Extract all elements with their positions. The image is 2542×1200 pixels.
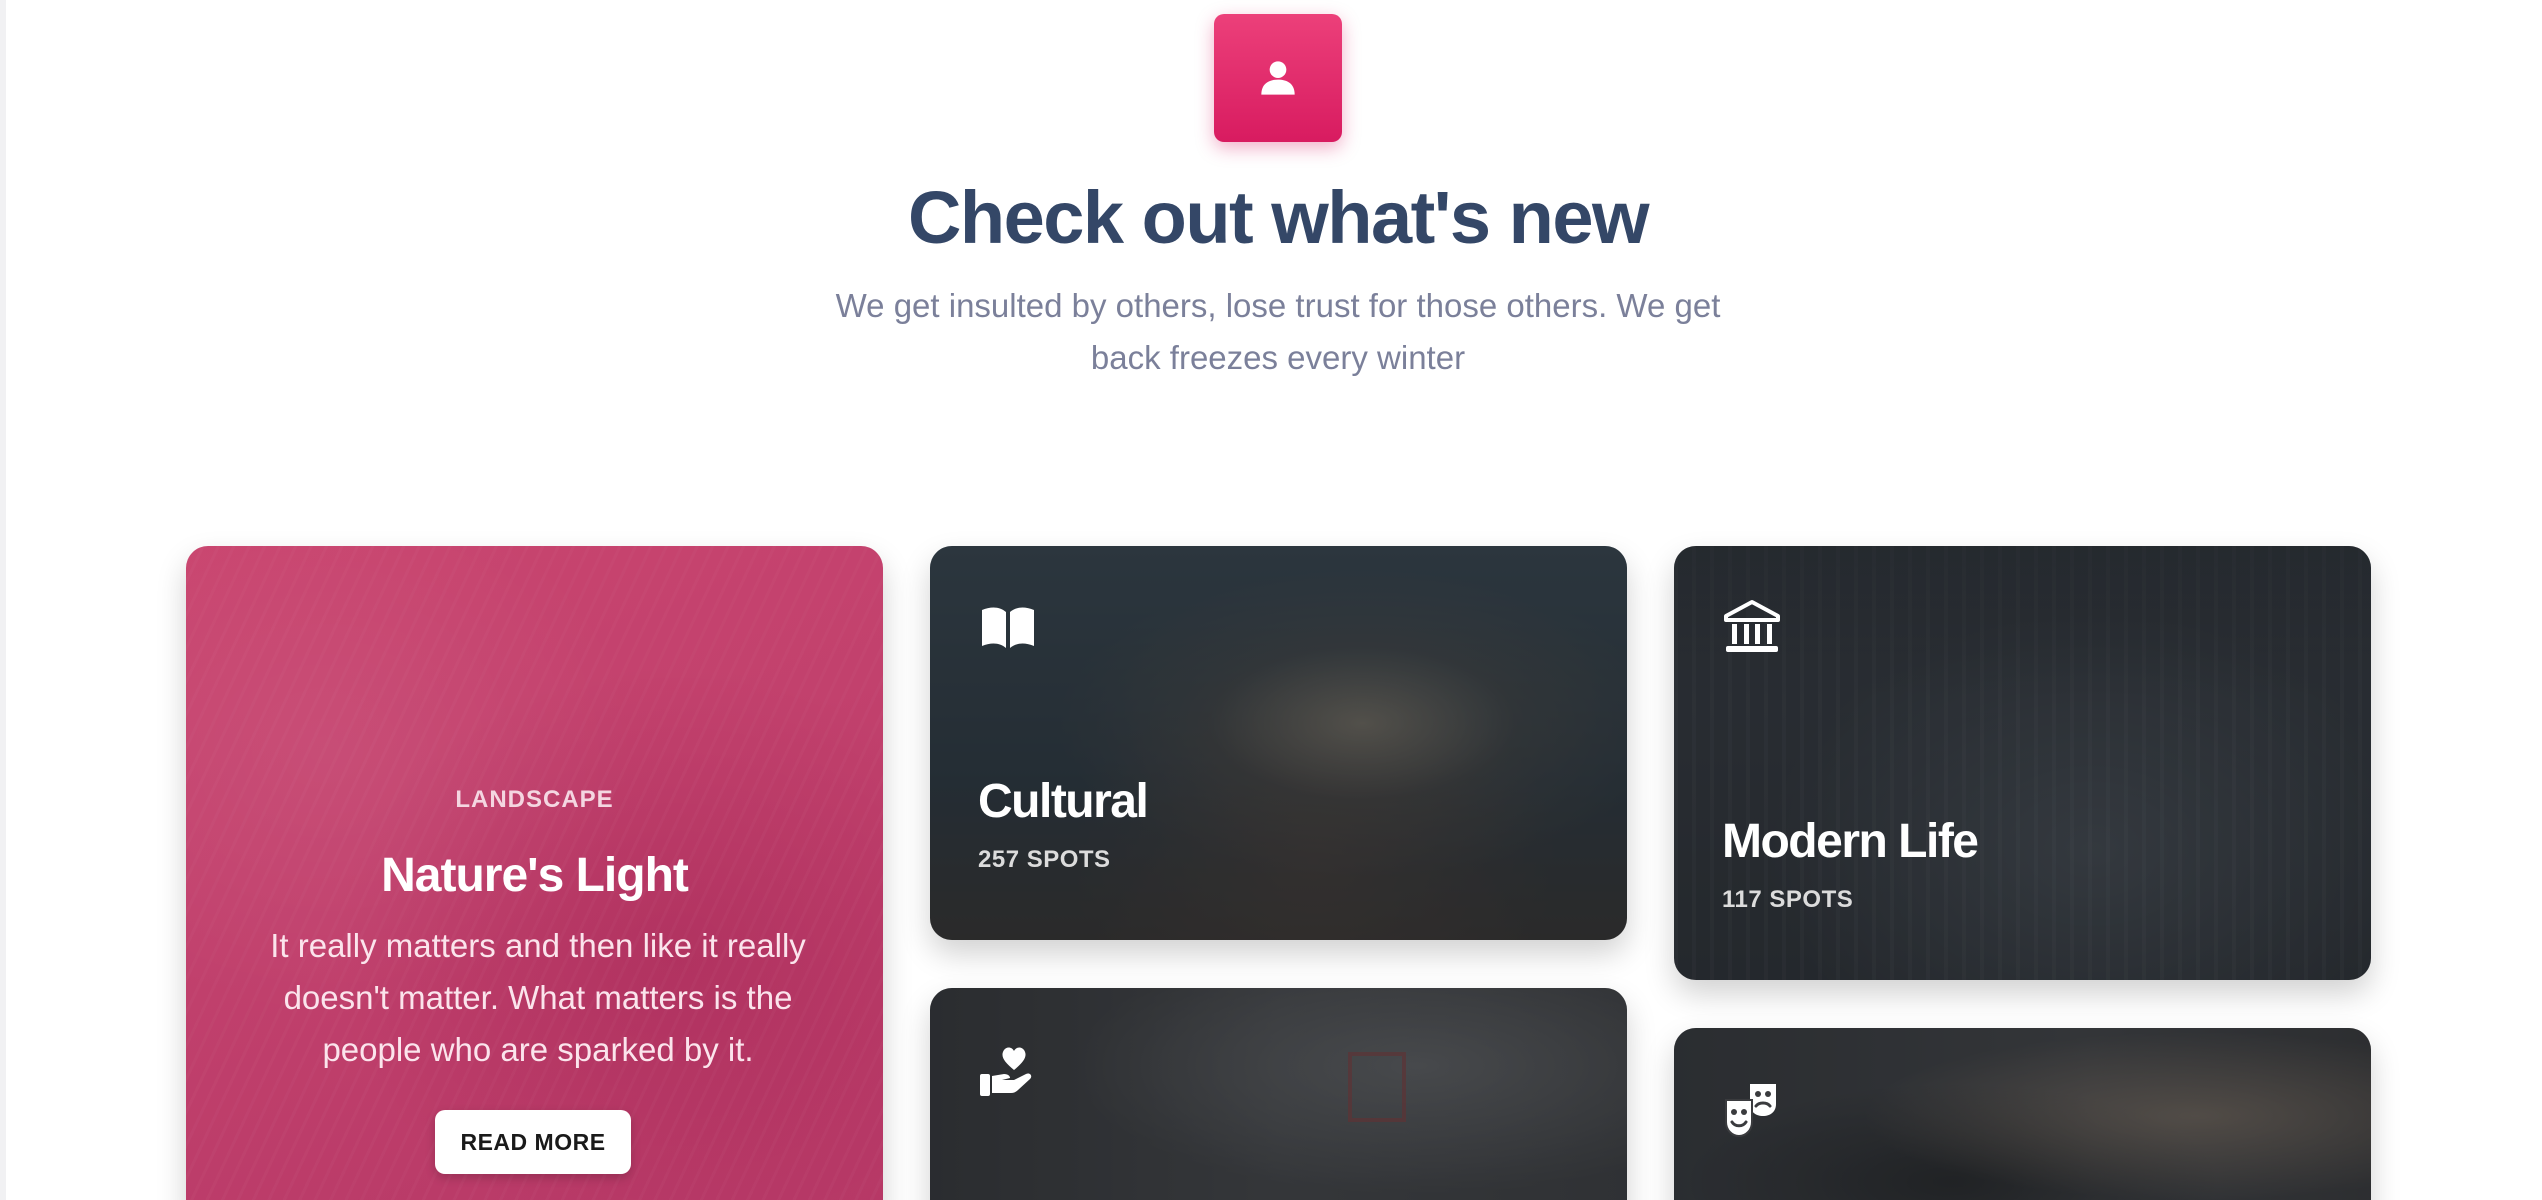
card-spots-count: 257 SPOTS [978,846,1111,873]
card-title: Modern Life [1722,815,1979,868]
page: Check out what's new We get insulted by … [0,0,2542,1200]
feature-card-category: LANDSCAPE [455,786,614,813]
charity-hand-heart-icon [980,1047,1032,1096]
museum-icon [1724,600,1780,652]
card-modern-life[interactable]: Modern Life 117 SPOTS [1674,546,2371,980]
person-icon [1261,61,1295,95]
feature-card-description: It really matters and then like it reall… [270,927,806,1068]
book-icon [982,607,1034,648]
card-social[interactable] [930,988,1627,1200]
card-cultural[interactable]: Cultural 257 SPOTS [930,546,1627,940]
card-title: Cultural [978,775,1149,828]
page-title: Check out what's new [907,176,1650,259]
card-spots-count: 117 SPOTS [1722,886,1854,913]
theater-masks-icon [1725,1084,1776,1138]
page-subtitle: We get insulted by others, lose trust fo… [835,287,1721,376]
feature-card-title: Nature's Light [381,849,689,902]
read-more-button[interactable]: READ MORE [435,1110,631,1174]
card-festival[interactable] [1674,1028,2371,1200]
person-icon-badge [1214,14,1342,142]
